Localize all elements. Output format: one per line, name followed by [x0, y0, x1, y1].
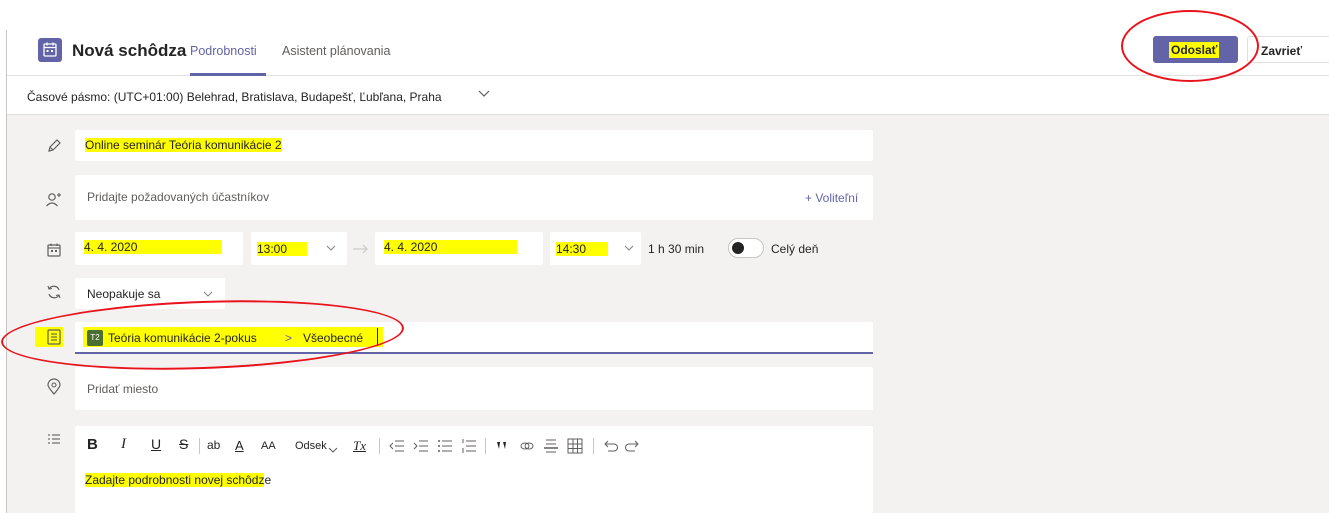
- font-size-button[interactable]: AA: [261, 440, 276, 452]
- toggle-knob: [732, 242, 744, 254]
- clear-format-button[interactable]: Tx: [353, 438, 366, 454]
- description-placeholder-rest: e: [264, 473, 272, 487]
- duration-label: 1 h 30 min: [648, 242, 705, 256]
- italic-button[interactable]: I: [121, 436, 126, 453]
- chevron-down-icon: [623, 241, 635, 259]
- team-avatar: T2: [87, 330, 103, 346]
- underline-button[interactable]: U: [151, 436, 161, 452]
- font-color-button[interactable]: A: [235, 438, 244, 453]
- end-date-value: 4. 4. 2020: [384, 240, 518, 254]
- page-title: Nová schôdza: [72, 41, 187, 60]
- start-time-picker[interactable]: 13:00: [251, 232, 347, 265]
- link-icon[interactable]: [519, 439, 535, 458]
- toolbar-divider: [485, 438, 486, 454]
- toolbar-divider: [593, 438, 594, 454]
- table-icon[interactable]: [567, 438, 583, 459]
- description-placeholder: Zadajte podrobnosti novej schôdze: [85, 473, 271, 487]
- channel-name: Všeobecné: [303, 331, 364, 345]
- optional-attendees-link[interactable]: + Voliteľní: [805, 191, 858, 205]
- calendar-icon: [44, 240, 64, 260]
- description-placeholder-highlighted: Zadajte podrobnosti novej schôdz: [85, 473, 265, 487]
- location-icon: [44, 377, 64, 397]
- send-button-label: Odoslať: [1169, 42, 1220, 58]
- text-cursor: [377, 328, 378, 346]
- repeat-icon: [44, 282, 64, 302]
- start-date-picker[interactable]: 4. 4. 2020: [75, 232, 243, 265]
- location-placeholder: Pridať miesto: [87, 382, 159, 396]
- header-bar: Nová schôdza Podrobnosti Asistent plánov…: [7, 30, 1329, 76]
- title-input[interactable]: Online seminár Teória komunikácie 2: [75, 130, 873, 161]
- location-input[interactable]: Pridať miesto: [75, 367, 873, 410]
- horizontal-rule-icon[interactable]: [543, 439, 559, 458]
- details-icon: [44, 430, 64, 450]
- quote-icon[interactable]: [495, 439, 509, 457]
- tab-details[interactable]: Podrobnosti: [190, 44, 257, 58]
- strikethrough-button[interactable]: S: [179, 436, 188, 452]
- highlight-button[interactable]: ab: [207, 438, 220, 452]
- title-value: Online seminár Teória komunikácie 2: [85, 138, 282, 152]
- chevron-down-icon[interactable]: [477, 86, 491, 105]
- new-meeting-window: Nová schôdza Podrobnosti Asistent plánov…: [6, 30, 1329, 513]
- toolbar-divider: [379, 438, 380, 454]
- channel-picker[interactable]: T2 Teória komunikácie 2-pokus > Všeobecn…: [75, 322, 873, 354]
- arrow-right-icon: [352, 242, 370, 260]
- chevron-down-icon: [328, 442, 338, 460]
- undo-icon[interactable]: [602, 439, 618, 458]
- end-time-value: 14:30: [556, 242, 609, 256]
- chevron-down-icon: [325, 241, 337, 259]
- channel-icon: [44, 327, 64, 347]
- toolbar-divider: [199, 438, 200, 454]
- pencil-icon: [44, 136, 64, 156]
- recurrence-value: Neopakuje sa: [87, 287, 161, 301]
- tab-scheduling-assistant[interactable]: Asistent plánovania: [282, 44, 390, 58]
- attendees-input[interactable]: Pridajte požadovaných účastníkov + Volit…: [75, 175, 873, 220]
- chevron-right-icon: >: [285, 331, 293, 345]
- numbered-list-icon[interactable]: [461, 439, 477, 458]
- bold-button[interactable]: B: [87, 436, 98, 453]
- team-name: Teória komunikácie 2-pokus: [108, 331, 257, 345]
- timezone-bar: Časové pásmo: (UTC+01:00) Belehrad, Brat…: [7, 76, 1329, 115]
- end-time-picker[interactable]: 14:30: [550, 232, 641, 265]
- timezone-selector[interactable]: Časové pásmo: (UTC+01:00) Belehrad, Brat…: [27, 90, 442, 104]
- end-date-picker[interactable]: 4. 4. 2020: [375, 232, 543, 265]
- close-button[interactable]: Zavrieť: [1247, 36, 1329, 63]
- redo-icon[interactable]: [625, 439, 641, 458]
- send-button[interactable]: Odoslať: [1153, 36, 1238, 63]
- bullet-list-icon[interactable]: [437, 439, 453, 458]
- start-time-value: 13:00: [257, 242, 308, 256]
- all-day-toggle[interactable]: [728, 238, 764, 258]
- paragraph-dropdown[interactable]: Odsek: [295, 440, 327, 452]
- decrease-indent-icon[interactable]: [389, 439, 405, 458]
- calendar-icon: [38, 38, 62, 62]
- start-date-value: 4. 4. 2020: [84, 240, 223, 254]
- attendees-placeholder: Pridajte požadovaných účastníkov: [87, 190, 270, 204]
- recurrence-dropdown[interactable]: Neopakuje sa: [75, 278, 225, 309]
- increase-indent-icon[interactable]: [413, 439, 429, 458]
- close-button-label: Zavrieť: [1261, 44, 1303, 58]
- all-day-label: Celý deň: [771, 242, 819, 256]
- chevron-down-icon: [202, 287, 214, 305]
- add-person-icon: [44, 190, 64, 210]
- description-editor[interactable]: B I U S ab A AA Odsek Tx Zadajte podrobn…: [75, 426, 873, 513]
